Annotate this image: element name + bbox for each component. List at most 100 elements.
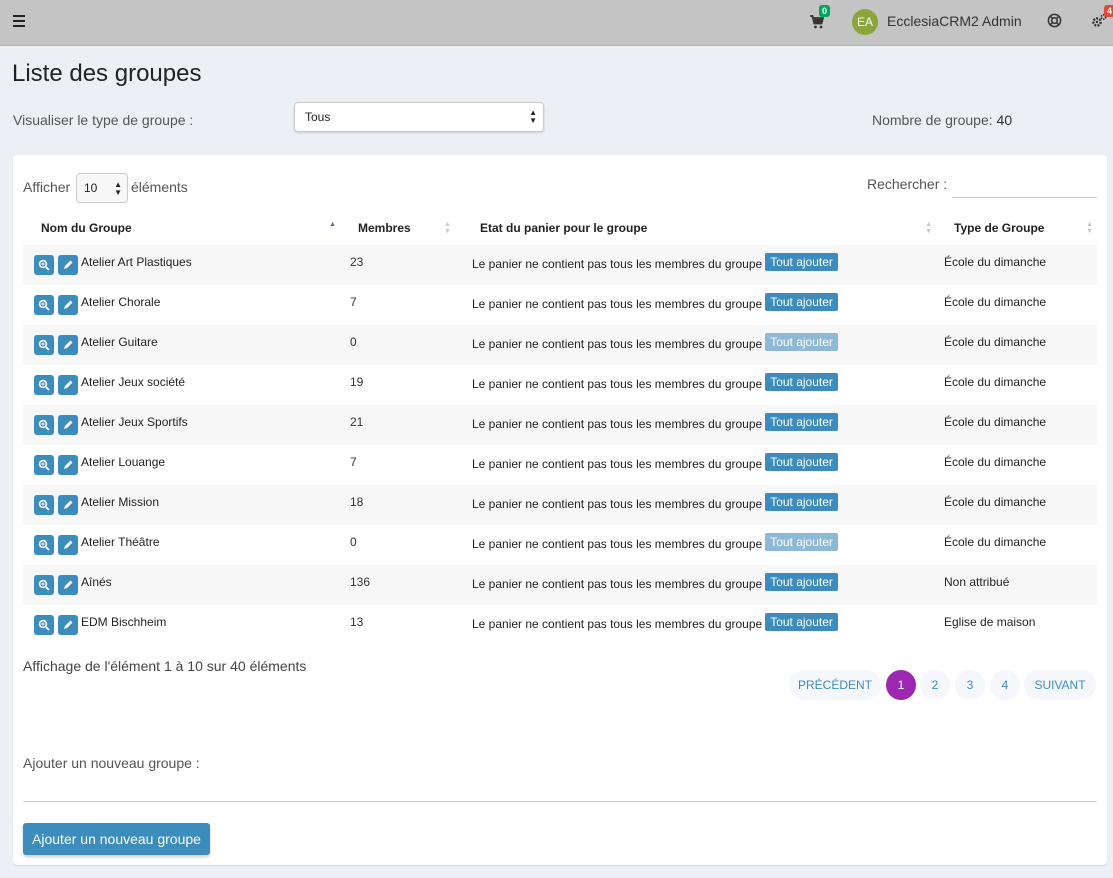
previous-page-button[interactable]: PRÉCÉDENT [789, 670, 881, 700]
group-name-cell: Atelier Louange [23, 445, 340, 485]
group-name[interactable]: Atelier Jeux société [81, 375, 185, 389]
table-row: Atelier Mission 18 Le panier ne contient… [23, 485, 1097, 525]
group-name-cell: Atelier Mission [23, 485, 340, 525]
column-header-members[interactable]: Membres ▲ ▼ [340, 211, 455, 245]
edit-group-button[interactable] [58, 415, 78, 435]
member-count: 7 [350, 455, 357, 469]
show-label: Afficher [23, 179, 71, 195]
group-name-cell: Atelier Jeux société [23, 365, 340, 405]
edit-group-button[interactable] [58, 495, 78, 515]
search-input[interactable] [952, 170, 1097, 198]
help-lifebuoy-icon[interactable] [1047, 13, 1062, 28]
view-group-button[interactable] [34, 375, 54, 395]
add-all-to-cart-button: Tout ajouter [765, 333, 838, 351]
add-all-to-cart-button[interactable]: Tout ajouter [765, 453, 838, 471]
edit-group-button[interactable] [58, 295, 78, 315]
zoom-icon [38, 619, 50, 631]
add-group-button[interactable]: Ajouter un nouveau groupe [23, 823, 210, 855]
view-group-button[interactable] [34, 535, 54, 555]
add-all-to-cart-button[interactable]: Tout ajouter [765, 413, 838, 431]
view-group-button[interactable] [34, 295, 54, 315]
edit-group-button[interactable] [58, 375, 78, 395]
cart-state-cell: Le panier ne contient pas tous les membr… [455, 405, 936, 445]
group-name[interactable]: Atelier Théâtre [81, 535, 160, 549]
cart-count-badge: 0 [819, 5, 831, 17]
edit-group-button[interactable] [58, 575, 78, 595]
add-all-to-cart-button[interactable]: Tout ajouter [765, 373, 838, 391]
column-header-name[interactable]: Nom du Groupe ▲ [23, 211, 340, 245]
add-all-to-cart-button[interactable]: Tout ajouter [765, 293, 838, 311]
pencil-icon [64, 540, 73, 549]
group-name[interactable]: Atelier Mission [81, 495, 159, 509]
column-header-cart-state[interactable]: Etat du panier pour le groupe ▲ ▼ [455, 211, 936, 245]
table-row: Atelier Chorale 7 Le panier ne contient … [23, 285, 1097, 325]
add-all-to-cart-button[interactable]: Tout ajouter [765, 613, 838, 631]
group-type-select[interactable]: Tous ▲ ▼ [294, 102, 544, 132]
notification-badge: 4 [1104, 5, 1113, 17]
view-group-button[interactable] [34, 335, 54, 355]
add-all-to-cart-button[interactable]: Tout ajouter [765, 573, 838, 591]
group-name[interactable]: EDM Bischheim [81, 615, 166, 629]
edit-group-button[interactable] [58, 615, 78, 635]
group-count: Nombre de groupe: 40 [872, 112, 1012, 128]
cart-state-text: Le panier ne contient pas tous les membr… [472, 497, 763, 511]
search-label: Rechercher : [867, 176, 948, 192]
view-group-button[interactable] [34, 615, 54, 635]
edit-group-button[interactable] [58, 335, 78, 355]
zoom-icon [38, 419, 50, 431]
cart-state-text: Le panier ne contient pas tous les membr… [472, 617, 763, 631]
group-name[interactable]: Aînés [81, 575, 112, 589]
group-type-selected-value: Tous [305, 110, 331, 124]
view-group-button[interactable] [34, 255, 54, 275]
edit-group-button[interactable] [58, 255, 78, 275]
add-all-to-cart-button[interactable]: Tout ajouter [765, 493, 838, 511]
zoom-icon [38, 339, 50, 351]
next-page-button[interactable]: SUIVANT [1024, 670, 1096, 700]
cart-state-cell: Le panier ne contient pas tous les membr… [455, 445, 936, 485]
table-row: Atelier Jeux société 19 Le panier ne con… [23, 365, 1097, 405]
cart-state-cell: Le panier ne contient pas tous les membr… [455, 325, 936, 365]
group-name[interactable]: Atelier Louange [81, 455, 165, 469]
add-all-to-cart-button: Tout ajouter [765, 533, 838, 551]
edit-group-button[interactable] [58, 455, 78, 475]
cart-state-cell: Le panier ne contient pas tous les membr… [455, 245, 936, 285]
zoom-icon [38, 379, 50, 391]
column-header-type[interactable]: Type de Groupe ▲ ▼ [936, 211, 1097, 245]
page-button-2[interactable]: 2 [920, 670, 950, 700]
group-name[interactable]: Atelier Art Plastiques [81, 255, 192, 269]
member-count: 19 [350, 375, 364, 389]
view-group-button[interactable] [34, 495, 54, 515]
member-count: 21 [350, 415, 364, 429]
zoom-icon [38, 299, 50, 311]
elements-label: éléments [131, 179, 188, 195]
view-group-button[interactable] [34, 455, 54, 475]
user-name[interactable]: EcclesiaCRM2 Admin [887, 13, 1022, 29]
cart-state-text: Le panier ne contient pas tous les membr… [472, 377, 763, 391]
menu-icon[interactable] [13, 15, 25, 27]
table-row: Atelier Louange 7 Le panier ne contient … [23, 445, 1097, 485]
member-count: 23 [350, 255, 364, 269]
group-type-label: Visualiser le type de groupe : [13, 112, 194, 128]
page-button-4[interactable]: 4 [990, 670, 1020, 700]
cart-state-cell: Le panier ne contient pas tous les membr… [455, 525, 936, 565]
zoom-icon [38, 579, 50, 591]
cart-state-cell: Le panier ne contient pas tous les membr… [455, 365, 936, 405]
cart-state-cell: Le panier ne contient pas tous les membr… [455, 565, 936, 605]
sort-asc-icon: ▲ [329, 221, 336, 228]
add-all-to-cart-button[interactable]: Tout ajouter [765, 253, 838, 271]
avatar[interactable]: EA [852, 9, 878, 35]
table-row: Atelier Théâtre 0 Le panier ne contient … [23, 525, 1097, 565]
group-type: École du dimanche [944, 495, 1047, 509]
group-name[interactable]: Atelier Guitare [81, 335, 158, 349]
page-button-1[interactable]: 1 [886, 670, 916, 700]
pencil-icon [64, 260, 73, 269]
group-name[interactable]: Atelier Jeux Sportifs [81, 415, 188, 429]
view-group-button[interactable] [34, 575, 54, 595]
view-group-button[interactable] [34, 415, 54, 435]
page-length-select[interactable]: 10 ▲ ▼ [76, 173, 128, 203]
page-button-3[interactable]: 3 [955, 670, 985, 700]
group-name[interactable]: Atelier Chorale [81, 295, 160, 309]
top-navbar: 0 EA EcclesiaCRM2 Admin 4 [0, 0, 1113, 46]
edit-group-button[interactable] [58, 535, 78, 555]
cart-state-text: Le panier ne contient pas tous les membr… [472, 417, 763, 431]
